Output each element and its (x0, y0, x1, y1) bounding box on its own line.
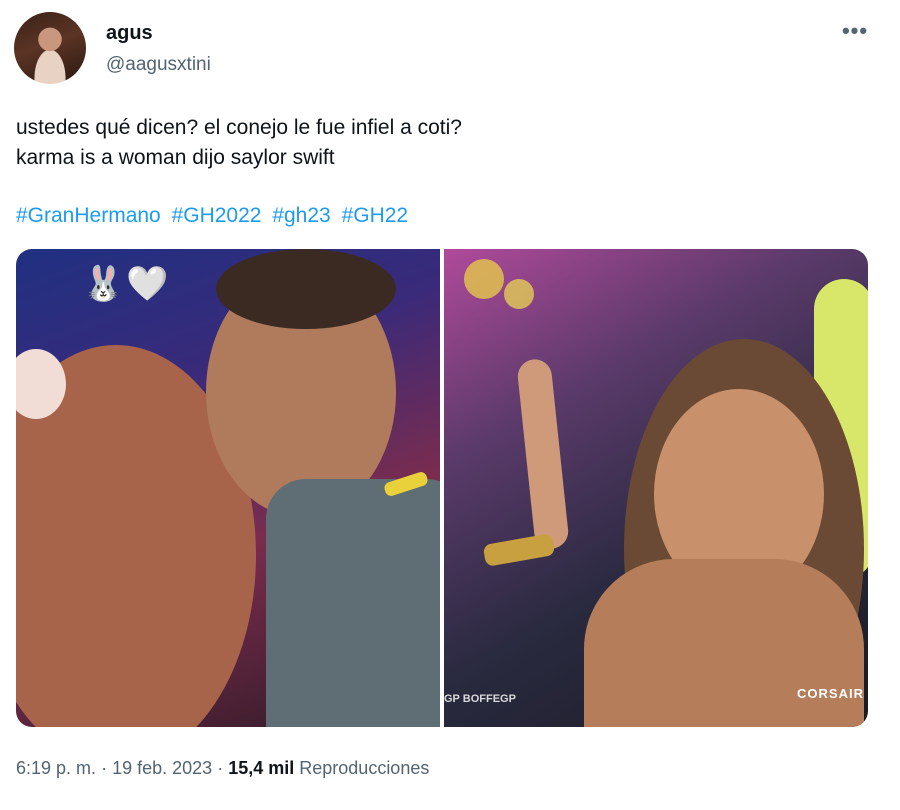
light-bokeh-shape (464, 259, 504, 299)
video-overlay-text: GP BOFFEGP (444, 693, 516, 705)
raised-hand-shape (516, 357, 570, 551)
bracelet-shape (482, 533, 556, 567)
views-label: Reproducciones (299, 758, 430, 778)
media-grid: 🐰 🤍 GP BOFFEGP CORSAIR (16, 249, 868, 727)
views-count: 15,4 mil (228, 758, 295, 778)
hashtag-gh22[interactable]: #GH22 (342, 204, 409, 227)
white-heart-emoji: 🤍 (126, 265, 169, 303)
user-handle[interactable]: @aagusxtini (106, 54, 211, 76)
hashtag-gh2022[interactable]: #GH2022 (172, 204, 262, 227)
meta-separator: · (101, 758, 108, 778)
person-man-hair-shape (216, 249, 396, 329)
photo-couple[interactable]: 🐰 🤍 (16, 249, 440, 727)
bunny-emoji: 🐰 (82, 265, 125, 303)
hashtags: #GranHermano #GH2022 #gh23 #GH22 (16, 204, 413, 228)
avatar[interactable] (14, 12, 86, 84)
person-shoulders-shape (584, 559, 864, 727)
meta-separator-2: · (217, 758, 224, 778)
tweet-date[interactable]: 19 feb. 2023 (112, 758, 212, 778)
hashtag-granhermano[interactable]: #GranHermano (16, 204, 161, 227)
photo-woman[interactable]: GP BOFFEGP CORSAIR (444, 249, 868, 727)
corsair-watermark: CORSAIR (797, 686, 864, 701)
hashtag-gh23[interactable]: #gh23 (272, 204, 330, 227)
light-bokeh-shape-2 (504, 279, 534, 309)
tweet-meta: 6:19 p. m. · 19 feb. 2023 · 15,4 mil Rep… (16, 758, 429, 779)
person-man-shirt-shape (266, 479, 440, 727)
display-name[interactable]: agus (106, 22, 153, 45)
tweet-time[interactable]: 6:19 p. m. (16, 758, 96, 778)
tweet-text-line-1: ustedes qué dicen? el conejo le fue infi… (16, 116, 462, 139)
tweet-text-line-2: karma is a woman dijo saylor swift (16, 146, 335, 169)
tweet-card: agus @aagusxtini ••• ustedes qué dicen? … (0, 0, 900, 810)
more-horizontal-icon[interactable]: ••• (840, 18, 870, 46)
